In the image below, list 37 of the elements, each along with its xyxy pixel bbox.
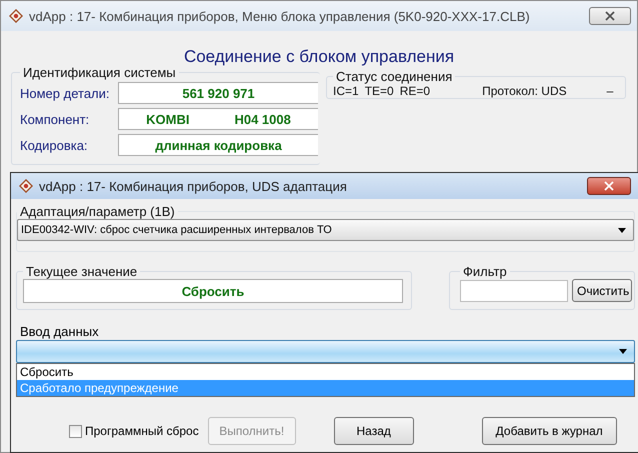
dialog-button[interactable]: Добавить в журнал [482, 417, 617, 445]
filter-field[interactable] [460, 280, 568, 302]
checkbox-label: Программный сброс [85, 424, 199, 438]
dialog-button[interactable]: Назад [334, 417, 414, 445]
group-label: Идентификация системы [22, 65, 177, 80]
group-label: Текущее значение [25, 264, 138, 279]
window-title: vdApp : 17- Комбинация приборов, UDS адаптация [39, 178, 348, 194]
section-heading: Соединение с блоком управления [182, 49, 456, 65]
close-icon [605, 11, 615, 21]
data-input-dropdown[interactable] [16, 340, 635, 363]
status-text: IC=1 [333, 84, 359, 98]
status-text: – [606, 84, 614, 98]
readonly-field: 561 920 971 [118, 82, 318, 104]
value-field: Сбросить [23, 279, 403, 303]
field-label: Компонент: [20, 112, 90, 126]
status-text: RE=0 [400, 84, 430, 98]
field-label: Номер детали: [20, 86, 111, 100]
close-button[interactable] [587, 177, 631, 195]
checkbox[interactable] [69, 424, 82, 438]
readonly-field: KOMBI H04 1008 [118, 108, 318, 130]
group-label: Ввод данных [19, 324, 100, 339]
group-label: Статус соединения [335, 69, 454, 84]
close-icon [604, 181, 614, 191]
group-label: Адаптация/параметр (1В) [19, 204, 176, 219]
field-label: Кодировка: [20, 138, 89, 152]
group-label: Фильтр [462, 264, 508, 279]
status-text: Протокол: UDS [482, 84, 567, 98]
app-icon [9, 9, 23, 23]
dropdown-arrow-icon [618, 228, 626, 232]
window-title: vdApp : 17- Комбинация приборов, Меню блока управления (5K0-920-XXX-17.CLB) [29, 8, 531, 24]
dropdown-arrow-icon [619, 349, 627, 354]
parameter-dropdown[interactable]: IDE00342-WIV: сброс счетчика расширенных интервалов ТО [17, 219, 634, 241]
app-icon [19, 179, 33, 193]
status-text: TE=0 [364, 84, 394, 98]
readonly-field: длинная кодировка [118, 134, 318, 156]
dropdown-option[interactable]: Сбросить [17, 364, 634, 380]
clear-button[interactable]: Очистить [572, 279, 632, 302]
